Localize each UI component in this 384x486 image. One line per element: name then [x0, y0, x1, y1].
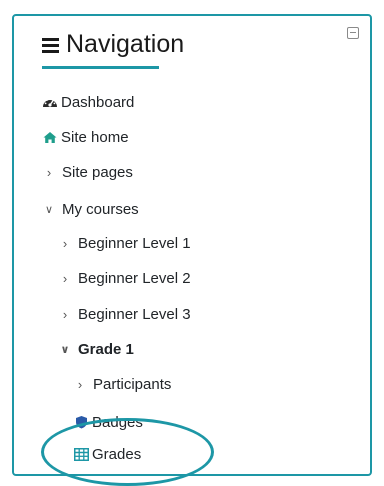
chevron-right-icon: ›	[62, 306, 68, 322]
nav-item-beginner-level-3[interactable]: › Beginner Level 3	[58, 301, 191, 327]
chevron-right-icon: ›	[62, 235, 68, 251]
nav-item-my-courses[interactable]: ∨ My courses	[42, 196, 139, 222]
chevron-down-icon: ∨	[60, 343, 70, 356]
chevron-right-icon: ›	[62, 270, 68, 286]
nav-item-dashboard[interactable]: Dashboard	[42, 89, 134, 115]
nav-label-my-courses: My courses	[62, 200, 139, 218]
nav-item-site-home[interactable]: Site home	[42, 124, 129, 150]
nav-label-beginner-level-3: Beginner Level 3	[78, 305, 191, 323]
tachometer-icon	[42, 94, 58, 110]
nav-label-site-home: Site home	[61, 128, 129, 146]
nav-label-site-pages: Site pages	[62, 163, 133, 181]
nav-label-beginner-level-1: Beginner Level 1	[78, 234, 191, 252]
chevron-down-icon: ∨	[44, 203, 54, 216]
nav-label-participants: Participants	[93, 375, 172, 393]
block-title: Navigation	[66, 30, 185, 58]
chevron-right-icon: ›	[46, 164, 52, 180]
nav-label-grade-1: Grade 1	[78, 340, 134, 358]
nav-item-site-pages[interactable]: › Site pages	[42, 159, 133, 185]
hamburger-icon	[42, 38, 59, 53]
badge-shield-icon	[73, 414, 89, 430]
nav-item-badges[interactable]: Badges	[73, 409, 143, 435]
chevron-right-icon: ›	[77, 376, 83, 392]
table-icon	[73, 446, 89, 462]
nav-item-grades[interactable]: Grades	[73, 441, 141, 467]
nav-label-dashboard: Dashboard	[61, 93, 135, 111]
nav-item-grade-1[interactable]: ∨ Grade 1	[58, 336, 134, 362]
nav-label-badges: Badges	[92, 413, 143, 431]
title-underline	[42, 66, 159, 69]
collapse-block-icon[interactable]	[347, 27, 359, 39]
home-icon	[42, 129, 58, 145]
nav-label-beginner-level-2: Beginner Level 2	[78, 269, 191, 287]
nav-item-beginner-level-2[interactable]: › Beginner Level 2	[58, 265, 191, 291]
nav-label-grades: Grades	[92, 445, 142, 463]
nav-item-participants[interactable]: › Participants	[73, 371, 172, 397]
nav-item-beginner-level-1[interactable]: › Beginner Level 1	[58, 230, 191, 256]
